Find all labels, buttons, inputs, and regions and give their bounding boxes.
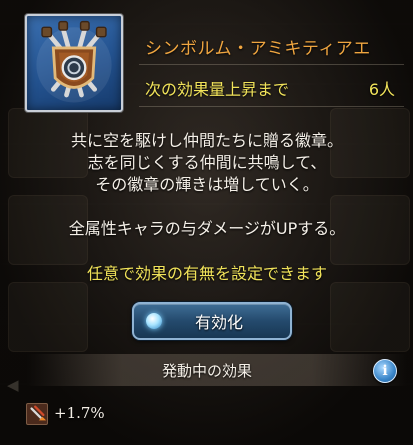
attack-up-buff-icon [26,403,48,425]
toggle-hint: 任意で効果の有無を設定できます [86,264,327,283]
divider [139,64,404,65]
description-line: 共に空を駆けし仲間たちに贈る徽章。 [70,131,343,150]
description-line: その徽章の輝きは増していく。 [95,175,319,194]
badge-title: シンボルム・アミキティアエ [145,39,371,59]
info-icon[interactable]: i [373,359,397,383]
badge-description: 共に空を駆けし仲間たちに贈る徽章。 志を同じくする仲間に共鳴して、 その徽章の輝… [7,130,407,196]
next-level-count: 6人 [368,80,395,99]
description-line: 志を同じくする仲間に共鳴して、 [87,153,327,172]
active-effects-title: 発動中の効果 [161,362,252,380]
enable-toggle-button[interactable]: 有効化 [132,302,292,340]
buff-value: +1.7% [54,404,105,422]
emblem-icon [25,14,123,112]
next-level-label: 次の効果量上昇まで [145,80,290,99]
badge-detail-dialog: シンボルム・アミキティアエ 次の効果量上昇まで 6人 共に空を駆けし仲間たちに贈… [7,0,407,445]
effect-text: 全属性キャラの与ダメージがUPする。 [68,219,346,238]
divider [139,106,404,107]
toggle-label: 有効化 [194,313,243,332]
